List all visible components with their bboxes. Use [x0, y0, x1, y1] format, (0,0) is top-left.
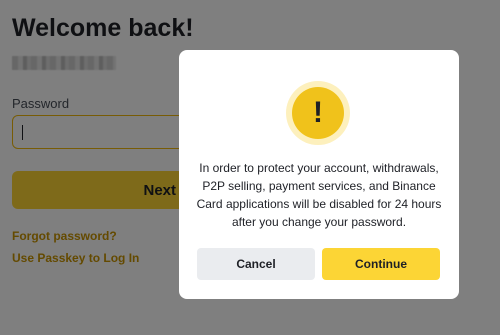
security-notice-dialog: ! In order to protect your account, with… [179, 50, 459, 299]
exclamation-glyph: ! [292, 87, 344, 139]
continue-button[interactable]: Continue [322, 248, 440, 280]
exclamation-icon: ! [286, 81, 350, 145]
dialog-message: In order to protect your account, withdr… [196, 161, 442, 229]
cancel-button[interactable]: Cancel [197, 248, 315, 280]
